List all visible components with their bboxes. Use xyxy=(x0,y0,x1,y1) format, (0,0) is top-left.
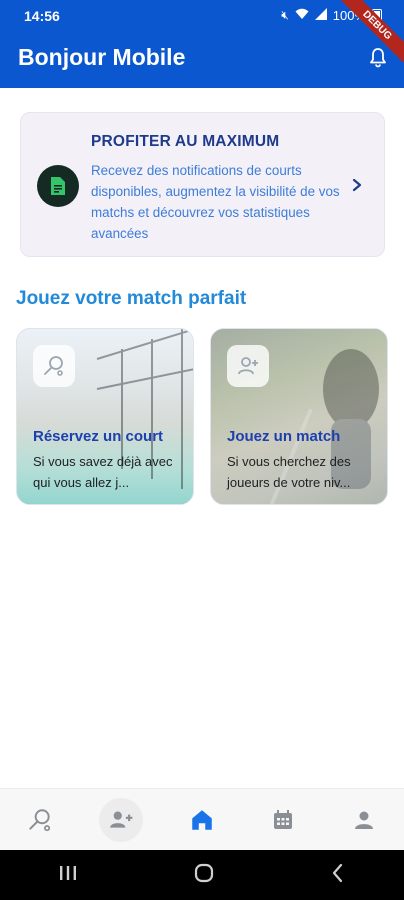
nav-item-profile[interactable] xyxy=(323,789,404,850)
promo-text: Recevez des notifications de courts disp… xyxy=(91,163,340,241)
book-court-card[interactable]: Réservez un court Si vous savez déjà ave… xyxy=(16,328,194,505)
app-bar: Bonjour Mobile xyxy=(0,32,404,88)
bottom-navigation xyxy=(0,788,404,850)
card-title: Jouez un match xyxy=(227,428,341,445)
card-description: Si vous savez déjà avec qui vous allez j… xyxy=(33,454,173,490)
premium-promo-card[interactable]: PROFITER AU MAXIMUM Recevez des notifica… xyxy=(20,112,385,257)
section-title: Jouez votre match parfait xyxy=(16,288,247,309)
home-icon xyxy=(180,798,224,842)
profile-icon xyxy=(342,798,386,842)
status-bar: 14:56 🔇︎ 100% xyxy=(0,0,404,32)
search-court-icon xyxy=(18,798,62,842)
card-title: Réservez un court xyxy=(33,428,164,445)
card-description: Si vous cherchez des joueurs de votre ni… xyxy=(227,454,351,490)
nav-item-home[interactable] xyxy=(162,789,243,850)
calendar-icon xyxy=(261,798,305,842)
nav-item-players[interactable] xyxy=(81,789,162,850)
nav-item-calendar[interactable] xyxy=(242,789,323,850)
document-icon xyxy=(37,165,79,207)
home-button-icon[interactable] xyxy=(193,862,215,889)
status-time: 14:56 xyxy=(24,8,60,24)
page-title: Bonjour Mobile xyxy=(18,44,186,70)
signal-icon xyxy=(314,8,327,23)
system-navigation-bar xyxy=(0,850,404,900)
add-player-icon xyxy=(227,345,269,387)
recents-icon[interactable] xyxy=(58,864,78,887)
mute-icon: 🔇︎ xyxy=(281,8,289,22)
notifications-bell-icon[interactable] xyxy=(366,46,390,70)
group-add-icon xyxy=(99,797,144,842)
wifi-icon xyxy=(295,8,309,23)
join-match-card[interactable]: Jouez un match Si vous cherchez des joue… xyxy=(210,328,388,505)
search-court-icon xyxy=(33,345,75,387)
nav-item-search-court[interactable] xyxy=(0,789,81,850)
chevron-right-icon xyxy=(350,175,364,195)
back-icon[interactable] xyxy=(330,863,346,888)
promo-title: PROFITER AU MAXIMUM xyxy=(91,133,280,150)
